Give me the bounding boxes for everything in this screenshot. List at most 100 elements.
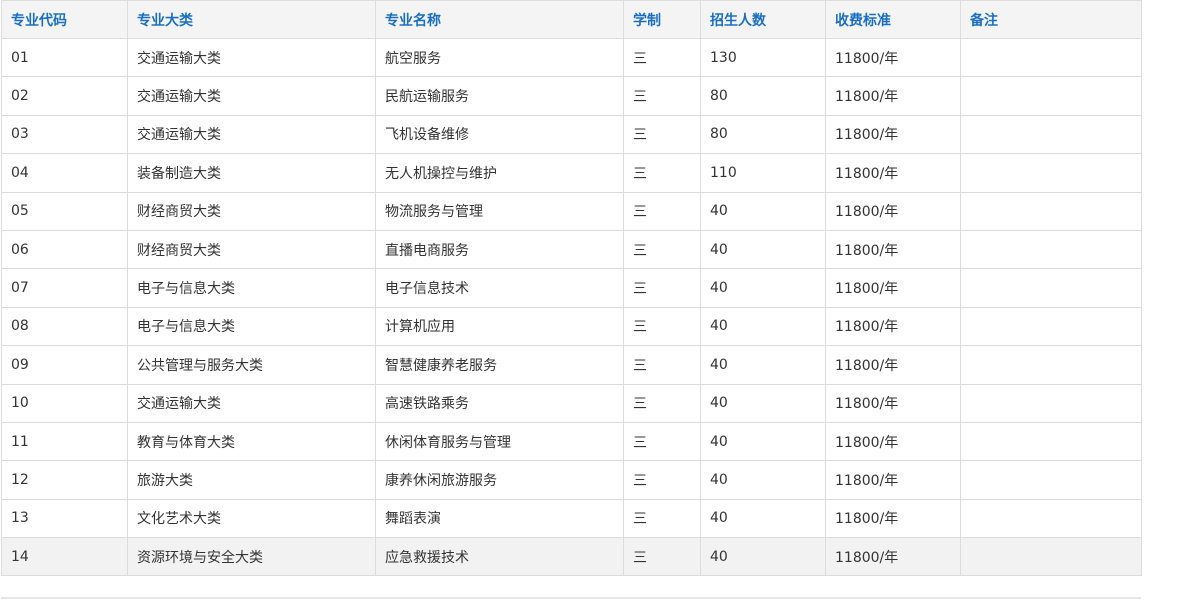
duration-cell: 三 bbox=[623, 37, 701, 78]
tuition-cell: 11800/年 bbox=[825, 460, 961, 500]
major-category-cell: 交通运输大类 bbox=[127, 114, 376, 155]
table-row: 14 资源环境与安全大类 应急救援技术三 40 11800/年 bbox=[1, 537, 1142, 577]
header-major-category: 专业大类 bbox=[127, 0, 376, 39]
table-row: 03 交通运输大类 飞机设备维修三 80 11800/年 bbox=[1, 114, 1142, 155]
remarks-cell bbox=[960, 537, 1142, 577]
remarks-cell bbox=[960, 268, 1142, 308]
table-row: 10 交通运输大类 高速铁路乘务三 40 11800/年 bbox=[1, 383, 1142, 423]
enrollment-cell: 40 bbox=[700, 229, 826, 270]
tuition-cell: 11800/年 bbox=[825, 498, 961, 539]
table-row: 05 财经商贸大类 物流服务与管理三 40 11800/年 bbox=[1, 191, 1142, 231]
table-body: 01 交通运输大类 航空服务三 130 11800/年 02 交通运输大类 民航运输服务三 80… bbox=[1, 37, 1142, 577]
table-row: 09 公共管理与服务大类 智慧健康养老服务三 40 11800/年 bbox=[1, 345, 1142, 385]
duration-cell: 三 bbox=[623, 268, 701, 308]
major-code-cell: 12 bbox=[1, 460, 128, 500]
major-code-cell: 06 bbox=[1, 229, 128, 270]
enrollment-cell: 40 bbox=[700, 460, 826, 500]
enrollment-cell: 110 bbox=[700, 153, 826, 193]
major-code-cell: 13 bbox=[1, 498, 128, 539]
table-row: 12 旅游大类 康养休闲旅游服务三 40 11800/年 bbox=[1, 460, 1142, 500]
tuition-cell: 11800/年 bbox=[825, 537, 961, 577]
table-row: 01 交通运输大类 航空服务三 130 11800/年 bbox=[1, 37, 1142, 78]
enrollment-cell: 40 bbox=[700, 268, 826, 308]
tuition-cell: 11800/年 bbox=[825, 421, 961, 462]
duration-cell: 三 bbox=[623, 114, 701, 155]
major-name-cell: 舞蹈表演 bbox=[375, 498, 624, 539]
table-row: 02 交通运输大类 民航运输服务三 80 11800/年 bbox=[1, 76, 1142, 116]
enrollment-cell: 80 bbox=[700, 114, 826, 155]
remarks-cell bbox=[960, 345, 1142, 385]
major-category-cell: 交通运输大类 bbox=[127, 383, 376, 423]
remarks-cell bbox=[960, 191, 1142, 231]
duration-cell: 三 bbox=[623, 76, 701, 116]
enrollment-cell: 40 bbox=[700, 498, 826, 539]
major-category-cell: 教育与体育大类 bbox=[127, 421, 376, 462]
table-row: 07 电子与信息大类 电子信息技术三 40 11800/年 bbox=[1, 268, 1142, 308]
duration-cell: 三 bbox=[623, 383, 701, 423]
major-code-cell: 03 bbox=[1, 114, 128, 155]
remarks-cell bbox=[960, 421, 1142, 462]
major-code-cell: 05 bbox=[1, 191, 128, 231]
major-name-cell: 智慧健康养老服务 bbox=[375, 345, 624, 385]
major-category-cell: 交通运输大类 bbox=[127, 37, 376, 78]
table-row: 08 电子与信息大类 计算机应用三 40 11800/年 bbox=[1, 306, 1142, 347]
major-code-cell: 04 bbox=[1, 153, 128, 193]
header-duration: 学制 bbox=[623, 0, 701, 39]
major-name-cell: 飞机设备维修 bbox=[375, 114, 624, 155]
remarks-cell bbox=[960, 76, 1142, 116]
duration-cell: 三 bbox=[623, 537, 701, 577]
remarks-cell bbox=[960, 383, 1142, 423]
major-name-cell: 应急救援技术 bbox=[375, 537, 624, 577]
major-name-cell: 计算机应用 bbox=[375, 306, 624, 347]
tuition-cell: 11800/年 bbox=[825, 229, 961, 270]
major-category-cell: 公共管理与服务大类 bbox=[127, 345, 376, 385]
major-category-cell: 电子与信息大类 bbox=[127, 306, 376, 347]
tuition-cell: 11800/年 bbox=[825, 191, 961, 231]
header-tuition: 收费标准 bbox=[825, 0, 961, 39]
remarks-cell bbox=[960, 153, 1142, 193]
enrollment-cell: 40 bbox=[700, 537, 826, 577]
tuition-cell: 11800/年 bbox=[825, 37, 961, 78]
enrollment-cell: 40 bbox=[700, 306, 826, 347]
major-code-cell: 02 bbox=[1, 76, 128, 116]
duration-cell: 三 bbox=[623, 345, 701, 385]
remarks-cell bbox=[960, 114, 1142, 155]
duration-cell: 三 bbox=[623, 498, 701, 539]
header-enrollment: 招生人数 bbox=[700, 0, 826, 39]
major-category-cell: 资源环境与安全大类 bbox=[127, 537, 376, 577]
enrollment-table: 专业代码 专业大类 专业名称 学制 招生人数 收费标准 备注 01 交通运输大类航… bbox=[1, 0, 1142, 577]
major-code-cell: 07 bbox=[1, 268, 128, 308]
major-code-cell: 14 bbox=[1, 537, 128, 577]
table-row: 13 文化艺术大类 舞蹈表演三 40 11800/年 bbox=[1, 498, 1142, 539]
major-code-cell: 09 bbox=[1, 345, 128, 385]
remarks-cell bbox=[960, 498, 1142, 539]
duration-cell: 三 bbox=[623, 229, 701, 270]
duration-cell: 三 bbox=[623, 153, 701, 193]
tuition-cell: 11800/年 bbox=[825, 345, 961, 385]
remarks-cell bbox=[960, 37, 1142, 78]
major-category-cell: 文化艺术大类 bbox=[127, 498, 376, 539]
major-category-cell: 电子与信息大类 bbox=[127, 268, 376, 308]
table-row: 11 教育与体育大类 休闲体育服务与管理三 40 11800/年 bbox=[1, 421, 1142, 462]
major-name-cell: 康养休闲旅游服务 bbox=[375, 460, 624, 500]
tuition-cell: 11800/年 bbox=[825, 383, 961, 423]
major-name-cell: 物流服务与管理 bbox=[375, 191, 624, 231]
enrollment-cell: 130 bbox=[700, 37, 826, 78]
major-name-cell: 高速铁路乘务 bbox=[375, 383, 624, 423]
duration-cell: 三 bbox=[623, 306, 701, 347]
remarks-cell bbox=[960, 229, 1142, 270]
remarks-cell bbox=[960, 306, 1142, 347]
major-category-cell: 装备制造大类 bbox=[127, 153, 376, 193]
table-header-row: 专业代码 专业大类 专业名称 学制 招生人数 收费标准 备注 bbox=[1, 0, 1142, 39]
remarks-cell bbox=[960, 460, 1142, 500]
major-code-cell: 10 bbox=[1, 383, 128, 423]
table-row: 06 财经商贸大类 直播电商服务三 40 11800/年 bbox=[1, 229, 1142, 270]
major-name-cell: 电子信息技术 bbox=[375, 268, 624, 308]
major-category-cell: 旅游大类 bbox=[127, 460, 376, 500]
enrollment-cell: 40 bbox=[700, 191, 826, 231]
duration-cell: 三 bbox=[623, 421, 701, 462]
tuition-cell: 11800/年 bbox=[825, 114, 961, 155]
header-remarks: 备注 bbox=[960, 0, 1142, 39]
enrollment-cell: 40 bbox=[700, 383, 826, 423]
header-major-code: 专业代码 bbox=[1, 0, 128, 39]
